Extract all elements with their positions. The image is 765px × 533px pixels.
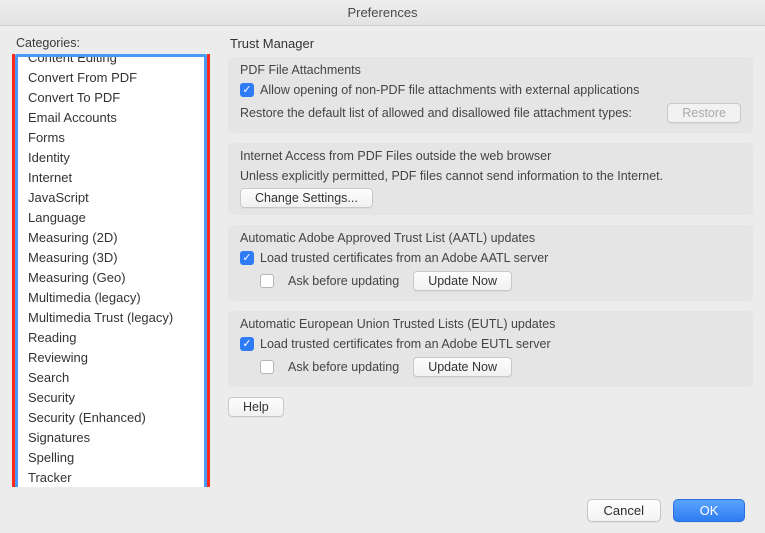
category-item[interactable]: Search bbox=[18, 367, 204, 387]
category-item[interactable]: Measuring (3D) bbox=[18, 247, 204, 267]
eutl-update-button[interactable]: Update Now bbox=[413, 357, 512, 377]
ok-button[interactable]: OK bbox=[673, 499, 745, 522]
category-item[interactable]: Internet bbox=[18, 167, 204, 187]
aatl-update-button[interactable]: Update Now bbox=[413, 271, 512, 291]
category-item[interactable]: Security (Enhanced) bbox=[18, 407, 204, 427]
category-item[interactable]: Measuring (2D) bbox=[18, 227, 204, 247]
group-aatl-title: Automatic Adobe Approved Trust List (AAT… bbox=[240, 231, 741, 245]
change-settings-button[interactable]: Change Settings... bbox=[240, 188, 373, 208]
allow-attachments-label: Allow opening of non-PDF file attachment… bbox=[260, 83, 639, 97]
category-item[interactable]: Language bbox=[18, 207, 204, 227]
group-eutl-title: Automatic European Union Trusted Lists (… bbox=[240, 317, 741, 331]
window-titlebar: Preferences bbox=[0, 0, 765, 26]
category-item[interactable]: JavaScript bbox=[18, 187, 204, 207]
categories-label: Categories: bbox=[12, 34, 210, 54]
group-internet-desc: Unless explicitly permitted, PDF files c… bbox=[240, 169, 741, 183]
group-internet: Internet Access from PDF Files outside t… bbox=[228, 143, 753, 215]
eutl-ask-label: Ask before updating bbox=[288, 360, 399, 374]
cancel-button[interactable]: Cancel bbox=[587, 499, 661, 522]
categories-highlight: Content EditingConvert From PDFConvert T… bbox=[12, 54, 210, 509]
category-item[interactable]: Convert From PDF bbox=[18, 67, 204, 87]
category-item[interactable]: Reading bbox=[18, 327, 204, 347]
eutl-load-checkbox[interactable] bbox=[240, 337, 254, 351]
category-item[interactable]: Measuring (Geo) bbox=[18, 267, 204, 287]
categories-listbox[interactable]: Content EditingConvert From PDFConvert T… bbox=[15, 54, 207, 506]
category-item[interactable]: Signatures bbox=[18, 427, 204, 447]
panel-title: Trust Manager bbox=[228, 34, 753, 57]
category-item[interactable]: Tracker bbox=[18, 467, 204, 487]
category-item[interactable]: Reviewing bbox=[18, 347, 204, 367]
restore-button[interactable]: Restore bbox=[667, 103, 741, 123]
category-item[interactable]: Spelling bbox=[18, 447, 204, 467]
aatl-ask-label: Ask before updating bbox=[288, 274, 399, 288]
category-item[interactable]: Email Accounts bbox=[18, 107, 204, 127]
group-eutl: Automatic European Union Trusted Lists (… bbox=[228, 311, 753, 387]
group-internet-title: Internet Access from PDF Files outside t… bbox=[240, 149, 741, 163]
category-item[interactable]: Forms bbox=[18, 127, 204, 147]
dialog-footer: Cancel OK bbox=[0, 487, 765, 533]
category-item[interactable]: Multimedia (legacy) bbox=[18, 287, 204, 307]
aatl-load-label: Load trusted certificates from an Adobe … bbox=[260, 251, 548, 265]
category-item[interactable]: Security bbox=[18, 387, 204, 407]
allow-attachments-checkbox[interactable] bbox=[240, 83, 254, 97]
group-attachments-title: PDF File Attachments bbox=[240, 63, 741, 77]
aatl-load-checkbox[interactable] bbox=[240, 251, 254, 265]
group-attachments: PDF File Attachments Allow opening of no… bbox=[228, 57, 753, 133]
eutl-ask-checkbox[interactable] bbox=[260, 360, 274, 374]
category-item[interactable]: Convert To PDF bbox=[18, 87, 204, 107]
restore-attachments-text: Restore the default list of allowed and … bbox=[240, 106, 657, 120]
category-item[interactable]: Content Editing bbox=[18, 54, 204, 67]
aatl-ask-checkbox[interactable] bbox=[260, 274, 274, 288]
category-item[interactable]: Identity bbox=[18, 147, 204, 167]
window-title: Preferences bbox=[347, 5, 417, 20]
group-aatl: Automatic Adobe Approved Trust List (AAT… bbox=[228, 225, 753, 301]
category-item[interactable]: Multimedia Trust (legacy) bbox=[18, 307, 204, 327]
eutl-load-label: Load trusted certificates from an Adobe … bbox=[260, 337, 551, 351]
help-button[interactable]: Help bbox=[228, 397, 284, 417]
